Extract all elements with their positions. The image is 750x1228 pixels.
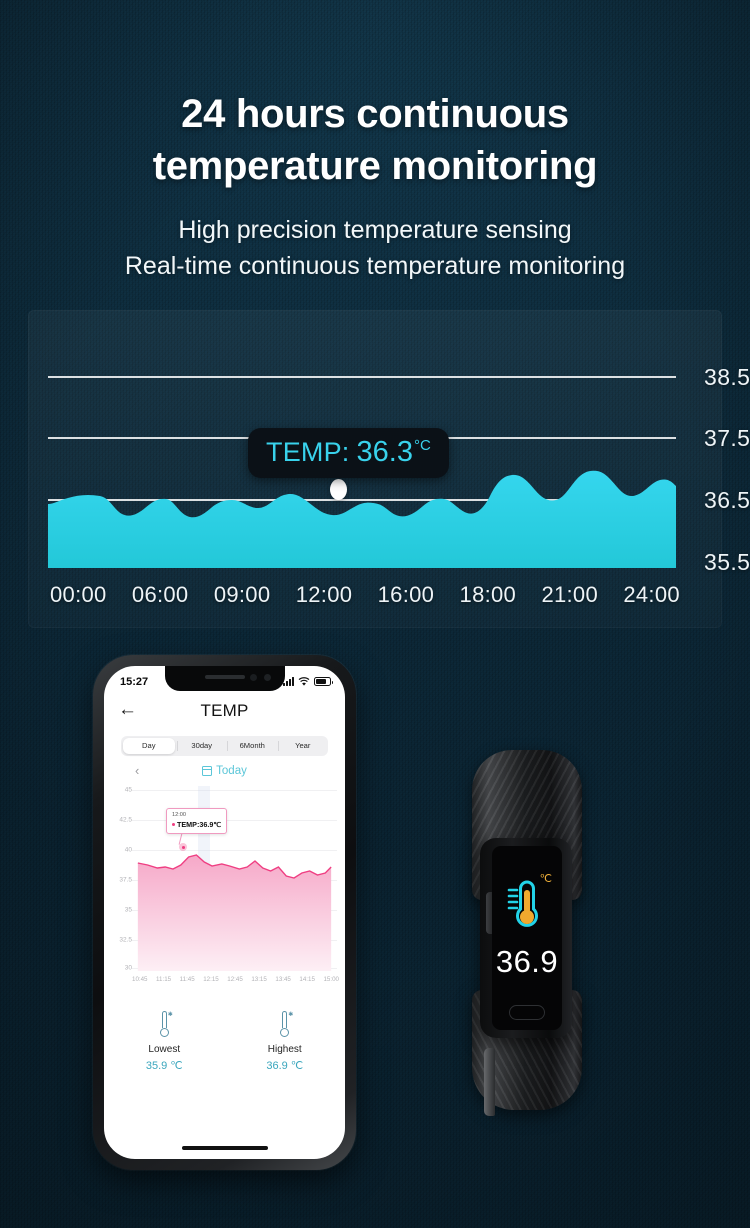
stat-highest-value: 36.9 ℃: [266, 1060, 304, 1072]
phone-screen: 15:27 ← TEMP Day 30day 6Month Year ‹ Tod…: [104, 666, 345, 1159]
phone-x-label-4: 12:45: [227, 976, 243, 983]
band-temperature-value: 36.9: [495, 944, 559, 979]
phone-x-label-8: 15:00: [323, 976, 339, 983]
wifi-icon: [298, 676, 310, 686]
hero-text-block: 24 hours continuous temperature monitori…: [0, 88, 750, 284]
x-axis-labels: 00:00 06:00 09:00 12:00 16:00 18:00 21:0…: [50, 582, 680, 608]
page-subtitle: High precision temperature sensing Real-…: [0, 212, 750, 284]
app-header: ← TEMP: [104, 694, 345, 728]
phone-chart-point-marker: [179, 843, 187, 851]
front-camera-icon: [263, 674, 271, 681]
x-axis-label-3: 12:00: [295, 582, 353, 607]
tooltip-unit: °C: [413, 437, 431, 454]
phone-y-label-42-5: 42.5: [119, 816, 132, 824]
home-button-icon[interactable]: [509, 1005, 545, 1020]
phone-tooltip-dot-icon: [172, 823, 175, 826]
calendar-icon: [202, 766, 213, 776]
battery-icon: [314, 677, 333, 686]
tab-day[interactable]: Day: [123, 738, 175, 754]
status-bar-time: 15:27: [120, 675, 149, 688]
stat-lowest-value: 35.9 ℃: [145, 1060, 183, 1072]
page-subtitle-line-1: High precision temperature sensing: [178, 216, 572, 244]
x-axis-label-0: 00:00: [50, 582, 107, 607]
phone-tooltip-text: TEMP:36.9℃: [177, 820, 222, 829]
home-indicator[interactable]: [181, 1146, 268, 1150]
phone-chart-grid: [132, 786, 337, 971]
stat-highest-label: Highest: [267, 1044, 302, 1055]
phone-x-label-6: 13:45: [275, 976, 291, 983]
band-side-button[interactable]: [484, 1048, 495, 1116]
page-subtitle-line-2: Real-time continuous temperature monitor…: [124, 252, 626, 280]
x-axis-label-6: 21:00: [541, 582, 598, 607]
phone-x-label-5: 13:15: [251, 976, 267, 983]
temperature-chart-card: TEMP: 36.3 °C 38.5 37.5 36.5 35.5 00:00 …: [28, 310, 750, 628]
tab-6month[interactable]: 6Month: [227, 738, 278, 754]
earpiece-speaker-icon: [204, 675, 245, 679]
phone-x-label-0: 10:45: [132, 976, 148, 983]
band-unit-label: ℃: [539, 873, 552, 885]
stat-highest: ✱ Highest 36.9 ℃: [225, 1011, 346, 1101]
signal-bars-icon: [283, 677, 294, 686]
chart-tooltip: TEMP: 36.3 °C: [248, 428, 449, 478]
phone-chart-x-axis: 10:45 11:15 11:45 12:15 12:45 13:15 13:4…: [132, 976, 339, 983]
x-axis-label-2: 09:00: [213, 582, 271, 607]
phone-gridline-45: [132, 790, 337, 791]
phone-chart-area-series: [132, 849, 337, 971]
phone-chart-svg: [137, 854, 332, 971]
y-axis-label-35-5: 35.5: [704, 549, 750, 575]
stat-lowest: ✱ Lowest 35.9 ℃: [104, 1011, 225, 1101]
page-title: 24 hours continuous temperature monitori…: [0, 88, 750, 192]
thermometer-high-icon: ✱: [278, 1011, 293, 1037]
tab-30day[interactable]: 30day: [176, 738, 228, 754]
phone-temperature-chart: 45 42.5 40 37.5 35 32.5 30 12:00 TEMP:36…: [104, 786, 345, 1001]
back-arrow-icon[interactable]: ←: [118, 700, 137, 720]
chart-current-point-marker: [330, 479, 347, 500]
phone-y-label-30: 30: [124, 964, 132, 972]
band-screen: ℃ 36.9: [492, 846, 562, 1030]
phone-mockup: 15:27 ← TEMP Day 30day 6Month Year ‹ Tod…: [93, 655, 356, 1170]
period-tabs[interactable]: Day 30day 6Month Year: [121, 736, 328, 756]
date-navigation: ‹ Today: [121, 761, 328, 781]
phone-x-label-3: 12:15: [203, 976, 219, 983]
x-axis-label-7: 24:00: [623, 582, 680, 607]
phone-x-label-2: 11:45: [179, 976, 195, 983]
status-bar-icons: [283, 676, 333, 687]
page-title-line-1: 24 hours continuous: [181, 92, 569, 136]
phone-y-label-45: 45: [124, 786, 132, 794]
y-axis-label-37-5: 37.5: [704, 425, 750, 451]
phone-x-label-1: 11:15: [156, 976, 172, 983]
chevron-left-icon[interactable]: ‹: [135, 761, 139, 781]
stat-lowest-label: Lowest: [148, 1044, 181, 1055]
tooltip-value: 36.3: [356, 436, 413, 468]
phone-y-label-35: 35: [124, 906, 132, 914]
phone-gridline-42-5: [132, 820, 337, 821]
phone-chart-tooltip: 12:00 TEMP:36.9℃: [166, 808, 228, 834]
phone-x-label-7: 14:15: [299, 976, 315, 983]
phone-chart-y-axis: 45 42.5 40 37.5 35 32.5 30: [110, 786, 132, 972]
fitness-band-mockup: ℃ 36.9: [466, 750, 588, 1116]
phone-notch: [164, 666, 285, 691]
app-title: TEMP: [200, 701, 249, 720]
x-axis-label-1: 06:00: [131, 582, 189, 607]
y-axis-label-38-5: 38.5: [704, 364, 750, 390]
tab-year[interactable]: Year: [277, 738, 329, 754]
x-axis-label-4: 16:00: [377, 582, 435, 607]
today-label: Today: [216, 765, 247, 777]
thermometer-icon: ℃: [504, 873, 552, 934]
phone-tooltip-value-row: TEMP:36.9℃: [172, 820, 221, 829]
today-selector[interactable]: Today: [202, 765, 247, 777]
thermometer-low-icon: ✱: [158, 1011, 173, 1037]
page-title-line-2: temperature monitoring: [152, 144, 598, 188]
tooltip-label: TEMP:: [266, 437, 350, 467]
phone-stats-row: ✱ Lowest 35.9 ℃ ✱ Highest 36.9 ℃: [104, 1011, 345, 1101]
band-body: ℃ 36.9: [480, 838, 572, 1116]
y-axis-label-36-5: 36.5: [704, 487, 750, 513]
phone-y-label-40: 40: [124, 846, 132, 854]
phone-y-label-37-5: 37.5: [119, 876, 132, 884]
phone-tooltip-time: 12:00: [172, 812, 186, 818]
x-axis-label-5: 18:00: [459, 582, 517, 607]
phone-y-label-32-5: 32.5: [119, 936, 132, 944]
chart-plot-area: TEMP: 36.3 °C 38.5 37.5 36.5 35.5: [48, 328, 750, 575]
